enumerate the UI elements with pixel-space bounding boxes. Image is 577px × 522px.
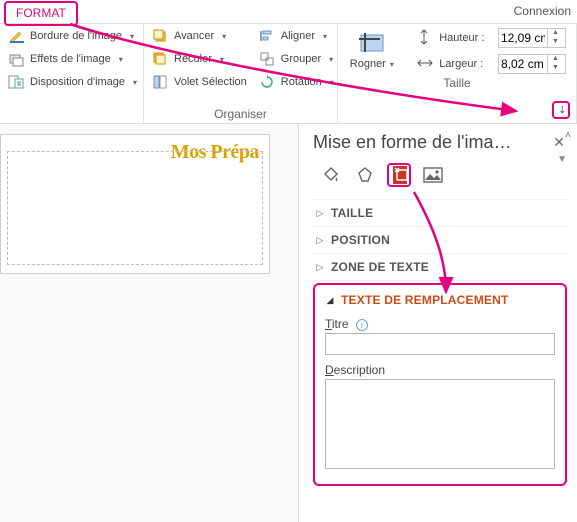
group-icon (259, 51, 275, 67)
bring-forward-label: Avancer (174, 30, 214, 42)
spin-down-icon[interactable]: ▼ (548, 38, 563, 47)
group-label-taille: Taille (346, 74, 568, 90)
close-icon[interactable]: ✕ (553, 134, 565, 151)
section-zone-texte[interactable]: ▷ ZONE DE TEXTE (313, 254, 567, 280)
bring-forward-icon (152, 28, 168, 44)
picture-layout-button[interactable]: Disposition d'image ▾ (8, 74, 135, 90)
chevron-down-icon: ▾ (119, 55, 123, 64)
section-taille-label: TAILLE (331, 206, 373, 220)
group-label (8, 105, 135, 121)
selection-pane-icon (152, 74, 168, 90)
picture-effects-button[interactable]: Effets de l'image ▾ (8, 51, 135, 67)
group-label-text: Grouper (281, 53, 321, 65)
section-alt-text[interactable]: ◢ TEXTE DE REMPLACEMENT (325, 293, 555, 313)
section-taille[interactable]: ▷ TAILLE (313, 200, 567, 226)
alt-title-input[interactable] (325, 333, 555, 355)
section-zone-label: ZONE DE TEXTE (331, 260, 429, 274)
height-spinner[interactable]: ▲▼ (498, 28, 566, 48)
height-icon (417, 29, 433, 48)
section-alt-label: TEXTE DE REMPLACEMENT (341, 293, 509, 307)
content-placeholder[interactable] (7, 151, 263, 265)
picture-border-button[interactable]: Bordure de l'image ▾ (8, 28, 135, 44)
send-backward-button[interactable]: Reculer ▾ (152, 51, 247, 67)
height-input[interactable] (499, 29, 547, 47)
chevron-down-icon: ▾ (220, 55, 224, 64)
alt-title-label: TTitreitre i (325, 317, 555, 331)
chevron-down-icon: ▾ (130, 32, 134, 41)
send-backward-icon (152, 51, 168, 67)
effects-category-icon[interactable] (353, 163, 377, 187)
spin-up-icon[interactable]: ▲ (548, 29, 563, 38)
height-label: Hauteur : (439, 32, 492, 44)
picture-category-icon[interactable] (421, 163, 445, 187)
size-dialog-launcher[interactable]: ↘ (552, 101, 570, 119)
chevron-right-icon: ▷ (315, 208, 325, 219)
chevron-down-icon: ▾ (390, 60, 394, 69)
alt-desc-label: Description (325, 363, 555, 377)
align-label: Aligner (281, 30, 315, 42)
picture-layout-label: Disposition d'image (30, 76, 125, 88)
layout-icon (8, 74, 24, 90)
align-button[interactable]: Aligner ▾ (259, 28, 334, 44)
crop-button[interactable]: Rogner ▾ (346, 32, 398, 70)
pencil-icon (8, 28, 24, 44)
picture-border-label: Bordure de l'image (30, 30, 122, 42)
group-button[interactable]: Grouper ▾ (259, 51, 334, 67)
width-spinner[interactable]: ▲▼ (498, 54, 566, 74)
chevron-down-icon: ▾ (323, 32, 327, 41)
group-label-organiser: Organiser (152, 105, 329, 121)
selection-pane-button[interactable]: Volet Sélection (152, 74, 247, 90)
chevron-right-icon: ▷ (315, 262, 325, 273)
effects-icon (8, 51, 24, 67)
chevron-down-icon: ▾ (133, 78, 137, 87)
info-icon[interactable]: i (356, 319, 368, 331)
pane-title: Mise en forme de l'ima… (313, 132, 567, 153)
fill-category-icon[interactable] (319, 163, 343, 187)
rotate-icon (259, 74, 275, 90)
width-input[interactable] (499, 55, 547, 73)
spin-up-icon[interactable]: ▲ (548, 55, 563, 64)
slide-thumbnail[interactable]: Mos Prépa (0, 134, 270, 274)
rotate-label: Rotation (281, 76, 322, 88)
signin-link[interactable]: Connexion (514, 4, 571, 18)
section-position-label: POSITION (331, 233, 390, 247)
crop-icon (356, 32, 388, 56)
size-category-icon[interactable] (387, 163, 411, 187)
slide-canvas[interactable]: Mos Prépa (0, 124, 299, 522)
rotate-button[interactable]: Rotation ▾ (259, 74, 334, 90)
format-pane: Mise en forme de l'ima… ✕ ▼ ▷ TAILLE (299, 124, 577, 522)
ribbon-tab-format[interactable]: FORMAT (4, 1, 78, 26)
chevron-right-icon: ▷ (315, 235, 325, 246)
width-icon (417, 56, 433, 73)
selection-pane-label: Volet Sélection (174, 76, 247, 88)
chevron-down-icon: ▾ (222, 32, 226, 41)
pane-menu-icon[interactable]: ▼ (557, 154, 567, 165)
chevron-down-icon: ▾ (329, 55, 333, 64)
send-backward-label: Reculer (174, 53, 212, 65)
launcher-arrow-icon: ↘ (555, 102, 569, 116)
picture-effects-label: Effets de l'image (30, 53, 111, 65)
width-label: Largeur : (439, 58, 492, 70)
chevron-down-icon: ▾ (330, 78, 334, 87)
chevron-down-icon: ◢ (325, 295, 335, 306)
crop-label: Rogner (350, 58, 386, 70)
align-icon (259, 28, 275, 44)
alt-desc-textarea[interactable] (325, 379, 555, 469)
spin-down-icon[interactable]: ▼ (548, 64, 563, 73)
bring-forward-button[interactable]: Avancer ▾ (152, 28, 247, 44)
section-position[interactable]: ▷ POSITION (313, 227, 567, 253)
